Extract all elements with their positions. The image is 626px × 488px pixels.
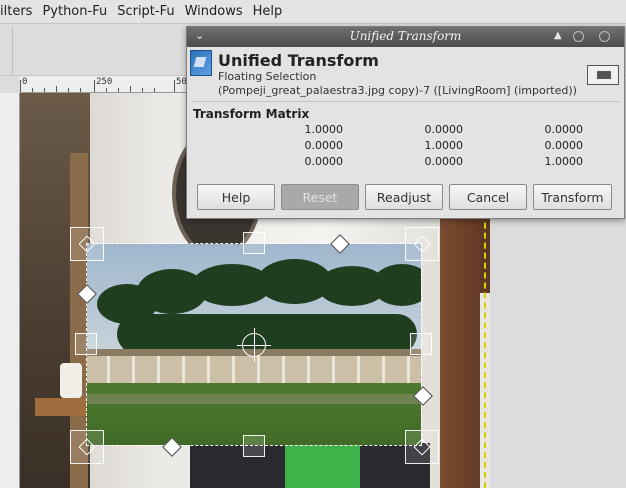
stretch-handle-right[interactable]	[410, 333, 432, 355]
readjust-button[interactable]: Readjust	[365, 184, 443, 210]
help-button[interactable]: Help	[197, 184, 275, 210]
column	[132, 356, 135, 383]
ruler-tick	[118, 88, 119, 92]
menu-script-fu[interactable]: Script-Fu	[112, 0, 179, 24]
column	[182, 356, 185, 383]
matrix-row: 0.0000 1.0000 0.0000	[227, 139, 587, 155]
rotate-icon	[78, 235, 96, 253]
close-button[interactable]	[599, 31, 610, 42]
matrix-cell: 0.0000	[544, 123, 584, 136]
stretch-handle-left[interactable]	[75, 333, 97, 355]
column	[407, 356, 410, 383]
stretch-handle-bottom[interactable]	[243, 435, 265, 457]
ruler-tick	[44, 88, 45, 92]
transform-button[interactable]: Transform	[533, 184, 612, 210]
column	[357, 356, 360, 383]
dialog-button-row: Help Reset Readjust Cancel Transform	[197, 184, 612, 210]
matrix-cell: 0.0000	[424, 123, 464, 136]
column	[307, 356, 310, 383]
unified-transform-dialog: ⌄ Unified Transform ▲ Unified Transform …	[186, 26, 625, 219]
ruler-tick	[20, 80, 21, 92]
matrix-cell: 0.0000	[304, 139, 344, 152]
menubar: ilters Python-Fu Script-Fu Windows Help	[0, 0, 626, 24]
ruler-label-0: 0	[22, 77, 28, 87]
dialog-titlebar[interactable]: ⌄ Unified Transform ▲	[187, 27, 624, 47]
column	[157, 356, 160, 383]
column	[282, 356, 285, 383]
column	[257, 356, 260, 383]
matrix-row: 0.0000 0.0000 1.0000	[227, 155, 587, 171]
dialog-heading: Unified Transform	[218, 51, 379, 70]
column	[232, 356, 235, 383]
matrix-row: 1.0000 0.0000 0.0000	[227, 123, 587, 139]
rotate-icon	[78, 438, 96, 456]
ruler-tick	[154, 88, 155, 92]
reset-button: Reset	[281, 184, 359, 210]
dialog-divider	[191, 101, 620, 102]
ruler-tick	[80, 88, 81, 92]
ruler-label-250: 250	[96, 77, 113, 87]
ruler-tick	[142, 88, 143, 92]
readjust-icon-button[interactable]	[587, 65, 619, 85]
image-name: (Pompeji_great_palaestra3.jpg copy)-7 ([…	[218, 84, 577, 97]
matrix-section-title: Transform Matrix	[193, 107, 310, 121]
scale-handle-bottom-left[interactable]	[70, 430, 104, 464]
column	[382, 356, 385, 383]
pivot-handle[interactable]	[237, 328, 271, 362]
scale-handle-top-left[interactable]	[70, 227, 104, 261]
menu-filters[interactable]: ilters	[0, 0, 37, 24]
ruler-tick	[32, 88, 33, 92]
column	[107, 356, 110, 383]
ruler-tick	[68, 88, 69, 92]
vertical-ruler[interactable]	[0, 93, 20, 488]
menu-windows[interactable]: Windows	[180, 0, 248, 24]
rotate-icon	[413, 235, 431, 253]
ruler-tick	[106, 88, 107, 92]
matrix-cell: 1.0000	[304, 123, 344, 136]
tree-canopy	[117, 314, 417, 354]
ruler-tick	[130, 86, 131, 92]
ruler-tick	[56, 86, 57, 92]
transform-matrix: 1.0000 0.0000 0.0000 0.0000 1.0000 0.000…	[227, 123, 587, 171]
scale-handle-top-right[interactable]	[405, 227, 439, 261]
path	[87, 394, 421, 404]
ruler-tick	[94, 80, 95, 92]
shade-icon[interactable]: ▲	[554, 30, 562, 41]
menu-python-fu[interactable]: Python-Fu	[37, 0, 112, 24]
menu-help[interactable]: Help	[248, 0, 288, 24]
dialog-subheading: Floating Selection	[218, 70, 317, 83]
column	[332, 356, 335, 383]
matrix-cell: 1.0000	[424, 139, 464, 152]
readjust-icon	[597, 71, 611, 79]
column	[207, 356, 210, 383]
rotate-icon	[413, 438, 431, 456]
ruler-tick	[174, 80, 175, 92]
matrix-cell: 1.0000	[544, 155, 584, 168]
matrix-cell: 0.0000	[304, 155, 344, 168]
stretch-handle-top[interactable]	[243, 232, 265, 254]
matrix-cell: 0.0000	[424, 155, 464, 168]
minimize-button[interactable]	[573, 31, 584, 42]
scale-handle-bottom-right[interactable]	[405, 430, 439, 464]
horizontal-ruler[interactable]: 0 250 50	[20, 76, 190, 93]
toolbar-separator	[12, 26, 13, 76]
unified-transform-tool-icon	[190, 50, 212, 76]
cancel-button[interactable]: Cancel	[449, 184, 527, 210]
matrix-cell: 0.0000	[544, 139, 584, 152]
